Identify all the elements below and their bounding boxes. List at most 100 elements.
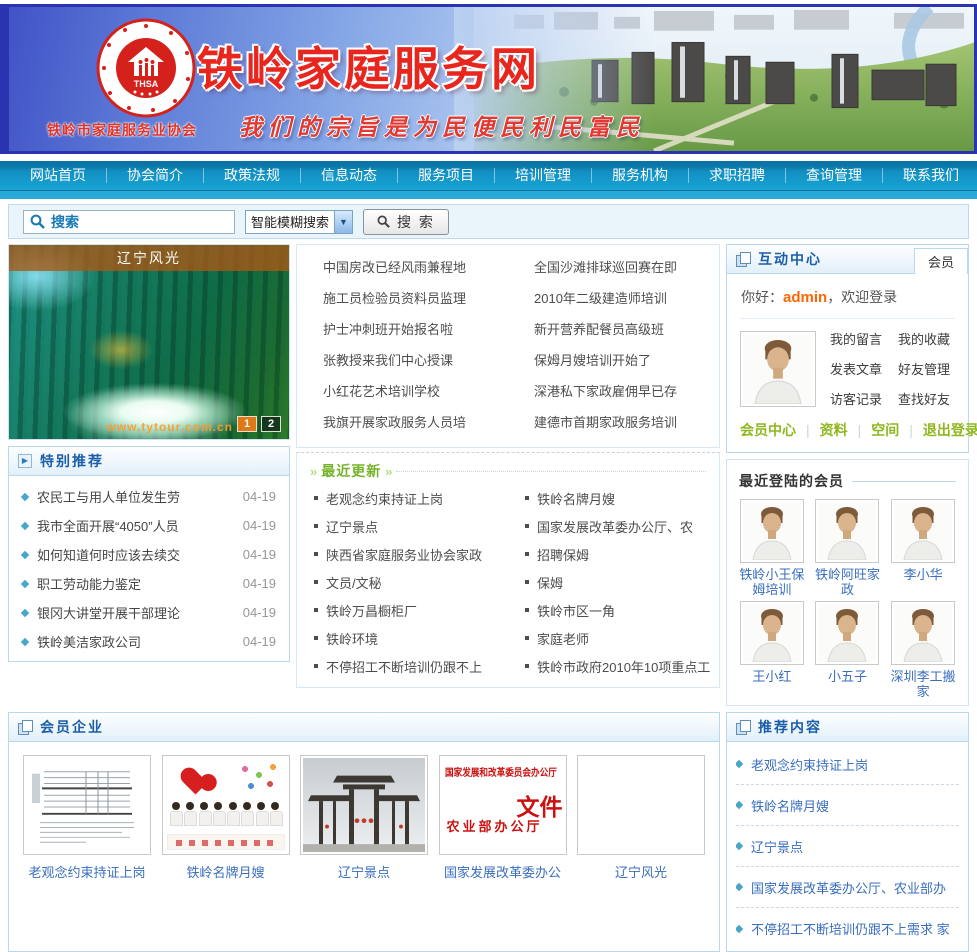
recommended-item[interactable]: 辽宁景点: [736, 826, 959, 867]
special-item-date: 04-19: [237, 547, 276, 562]
member-item[interactable]: 铁岭阿旺家政: [811, 499, 885, 597]
member-item[interactable]: 铁岭小王保姆培训: [735, 499, 809, 597]
nav-item[interactable]: 政策法规: [204, 168, 301, 183]
profile-link[interactable]: 好友管理: [898, 359, 950, 378]
special-item[interactable]: 职工劳动能力鉴定 04-19: [9, 569, 289, 598]
news-item[interactable]: 全国沙滩排球巡回赛在即: [508, 252, 719, 283]
special-item[interactable]: 铁岭美洁家政公司 04-19: [9, 627, 289, 656]
member-name[interactable]: 深圳李工搬家: [886, 669, 960, 699]
recommended-item[interactable]: 铁岭名牌月嫂: [736, 785, 959, 826]
nav-item[interactable]: 培训管理: [495, 168, 592, 183]
slider-page-button[interactable]: 2: [261, 416, 281, 432]
profile-link[interactable]: 访客记录: [830, 389, 882, 408]
news-item[interactable]: 新开营养配餐员高级班: [508, 314, 719, 345]
member-item[interactable]: 李小华: [886, 499, 960, 597]
member-name[interactable]: 铁岭阿旺家政: [811, 567, 885, 597]
recommended-item[interactable]: 国家发展改革委办公厅、农业部办: [736, 867, 959, 908]
member-name[interactable]: 李小华: [886, 567, 960, 582]
account-action-link[interactable]: 退出登录: [899, 420, 977, 440]
update-item[interactable]: 文员/文秘: [297, 568, 508, 596]
member-item[interactable]: 深圳李工搬家: [886, 601, 960, 699]
special-item[interactable]: 银冈大讲堂开展干部理论 04-19: [9, 598, 289, 627]
company-caption[interactable]: 国家发展改革委办公: [439, 862, 567, 881]
member-avatar[interactable]: [815, 499, 879, 563]
search-input[interactable]: [51, 214, 228, 230]
special-item[interactable]: 我市全面开展“4050”人员 04-19: [9, 511, 289, 540]
profile-link[interactable]: 我的留言: [830, 329, 882, 348]
update-item[interactable]: 招聘保姆: [508, 540, 719, 568]
news-item[interactable]: 深港私下家政雇佣早已存: [508, 376, 719, 407]
member-avatar[interactable]: [891, 499, 955, 563]
search-field[interactable]: [23, 210, 235, 234]
update-item[interactable]: 老观念约束持证上岗: [297, 484, 508, 512]
news-item[interactable]: 施工员检验员资料员监理: [297, 283, 508, 314]
member-name[interactable]: 铁岭小王保姆培训: [735, 567, 809, 597]
nav-item[interactable]: 联系我们: [883, 168, 977, 183]
member-avatar[interactable]: [891, 601, 955, 665]
news-item[interactable]: 中国房改已经风雨兼程地: [297, 252, 508, 283]
main-nav: 网站首页协会简介政策法规信息动态服务项目培训管理服务机构求职招聘查询管理联系我们: [0, 161, 977, 199]
update-item[interactable]: 保姆: [508, 568, 719, 596]
special-item[interactable]: 如何知道何时应该去续交 04-19: [9, 540, 289, 569]
news-item[interactable]: 2010年二级建造师培训: [508, 283, 719, 314]
nav-item[interactable]: 服务机构: [592, 168, 689, 183]
company-caption[interactable]: 辽宁景点: [300, 862, 428, 881]
account-action-link[interactable]: 空间: [848, 420, 900, 440]
nav-item[interactable]: 信息动态: [301, 168, 398, 183]
update-item[interactable]: 家庭老师: [508, 624, 719, 652]
nav-item[interactable]: 网站首页: [10, 168, 107, 183]
company-item[interactable]: 国家发展和改革委员会办公厅 农业部办公厅 文件 国家发展改革委办公: [439, 755, 567, 881]
update-item[interactable]: 国家发展改革委办公厅、农: [508, 512, 719, 540]
member-avatar[interactable]: [740, 499, 804, 563]
member-item[interactable]: 王小红: [735, 601, 809, 699]
update-item[interactable]: 铁岭市区一角: [508, 596, 719, 624]
news-item[interactable]: 建德市首期家政服务培训: [508, 407, 719, 438]
member-name[interactable]: 王小红: [735, 669, 809, 684]
update-item[interactable]: 陕西省家庭服务业协会家政: [297, 540, 508, 568]
member-avatar[interactable]: [815, 601, 879, 665]
nav-underbar: [0, 190, 977, 199]
photo-slider[interactable]: 辽宁风光 www.tytour.com.cn 12: [8, 244, 290, 440]
update-item[interactable]: 铁岭市政府2010年10项重点工: [508, 652, 719, 680]
nav-item[interactable]: 查询管理: [786, 168, 883, 183]
news-item[interactable]: 小红花艺术培训学校: [297, 376, 508, 407]
company-item[interactable]: 铁岭名牌月嫂: [162, 755, 290, 881]
company-caption[interactable]: 辽宁风光: [577, 862, 705, 881]
search-mode-select[interactable]: 智能模糊搜索 ▼: [245, 210, 353, 234]
update-item[interactable]: 铁岭名牌月嫂: [508, 484, 719, 512]
news-item[interactable]: 保姆月嫂培训开始了: [508, 345, 719, 376]
recommended-item[interactable]: 老观念约束持证上岗: [736, 744, 959, 785]
member-name[interactable]: 小五子: [811, 669, 885, 684]
account-action-link[interactable]: 资料: [796, 420, 848, 440]
news-item[interactable]: 护士冲刺班开始报名啦: [297, 314, 508, 345]
news-item[interactable]: 我旗开展家政服务人员培: [297, 407, 508, 438]
company-caption[interactable]: 老观念约束持证上岗: [23, 862, 151, 881]
nav-item[interactable]: 协会简介: [107, 168, 204, 183]
chevron-down-icon[interactable]: ▼: [334, 211, 352, 233]
account-action-link[interactable]: 会员中心: [740, 420, 796, 440]
company-item[interactable]: 辽宁风光: [577, 755, 705, 881]
recommended-item[interactable]: 不停招工不断培训仍跟不上需求 家: [736, 908, 959, 949]
slider-page-button[interactable]: 1: [237, 416, 257, 432]
update-item[interactable]: 辽宁景点: [297, 512, 508, 540]
update-item-text: 国家发展改革委办公厅、农: [537, 517, 693, 536]
update-item[interactable]: 不停招工不断培训仍跟不上: [297, 652, 508, 680]
nav-item[interactable]: 求职招聘: [689, 168, 786, 183]
recent-updates-header: » 最近更新 »: [297, 458, 719, 484]
user-avatar[interactable]: [740, 331, 816, 407]
profile-link[interactable]: 我的收藏: [898, 329, 950, 348]
company-item[interactable]: 老观念约束持证上岗: [23, 755, 151, 881]
company-caption[interactable]: 铁岭名牌月嫂: [162, 862, 290, 881]
profile-link[interactable]: 发表文章: [830, 359, 882, 378]
update-item[interactable]: 铁岭万昌橱柜厂: [297, 596, 508, 624]
member-tab[interactable]: 会员: [914, 248, 968, 274]
member-avatar[interactable]: [740, 601, 804, 665]
special-item[interactable]: 农民工与用人单位发生劳 04-19: [9, 482, 289, 511]
company-item[interactable]: 辽宁景点: [300, 755, 428, 881]
update-item[interactable]: 铁岭环境: [297, 624, 508, 652]
profile-link[interactable]: 查找好友: [898, 389, 950, 408]
member-item[interactable]: 小五子: [811, 601, 885, 699]
news-item[interactable]: 张教授来我们中心授课: [297, 345, 508, 376]
nav-item[interactable]: 服务项目: [398, 168, 495, 183]
search-button[interactable]: 搜 索: [363, 209, 449, 235]
